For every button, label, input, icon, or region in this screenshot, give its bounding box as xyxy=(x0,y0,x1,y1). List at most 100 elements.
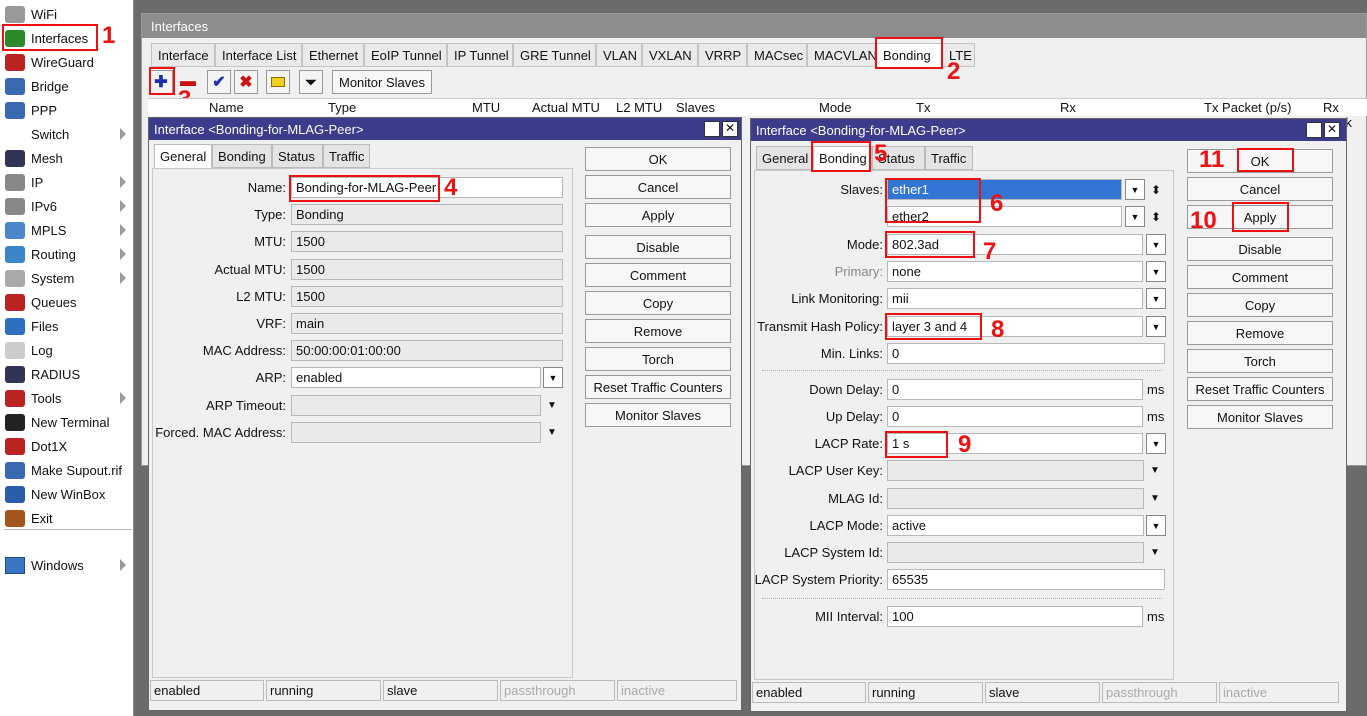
tab-macsec[interactable]: MACsec xyxy=(747,43,807,67)
sidebar-item-mpls[interactable]: MPLS xyxy=(0,218,134,242)
chevron-down-icon[interactable]: ▼ xyxy=(1146,261,1166,282)
column-header-mode[interactable]: Mode xyxy=(819,100,852,115)
sidebar-item-queues[interactable]: Queues xyxy=(0,290,134,314)
copy-button[interactable]: Copy xyxy=(1187,293,1333,317)
field-l2-mtu-input[interactable]: 1500 xyxy=(291,285,563,307)
field-type-input[interactable]: Bonding xyxy=(291,204,563,226)
comment-button[interactable]: Comment xyxy=(1187,265,1333,289)
field-vrf-input[interactable]: main xyxy=(291,313,563,334)
tab-ip-tunnel[interactable]: IP Tunnel xyxy=(447,43,513,67)
chevron-down-icon[interactable]: ▼ xyxy=(543,422,561,443)
maximize-icon[interactable] xyxy=(1306,122,1322,138)
sidebar-item-ppp[interactable]: PPP xyxy=(0,98,134,122)
field-primary-input[interactable]: none xyxy=(887,261,1143,282)
updown-icon[interactable]: ⬍ xyxy=(1147,206,1165,227)
tab-gre-tunnel[interactable]: GRE Tunnel xyxy=(513,43,596,67)
column-header-name[interactable]: Name xyxy=(209,100,244,115)
sidebar-item-log[interactable]: Log xyxy=(0,338,134,362)
tab-general[interactable]: General xyxy=(756,146,813,170)
field-lacp-system-priority-input[interactable]: 65535 xyxy=(887,569,1165,590)
disable-button[interactable]: Disable xyxy=(1187,237,1333,261)
sidebar-item-system[interactable]: System xyxy=(0,266,134,290)
column-header-mtu[interactable]: MTU xyxy=(472,100,500,115)
field-arp-input[interactable]: enabled xyxy=(291,367,541,389)
field-mii-interval-input[interactable]: 100 xyxy=(887,606,1143,627)
column-header-type[interactable]: Type xyxy=(328,100,356,115)
tab-status[interactable]: Status xyxy=(272,144,323,168)
chevron-down-icon[interactable]: ▼ xyxy=(1146,316,1166,337)
monitor-slaves-button[interactable]: Monitor Slaves xyxy=(585,403,731,427)
reset-traffic-counters-button[interactable]: Reset Traffic Counters xyxy=(1187,377,1333,401)
chevron-down-icon[interactable]: ▼ xyxy=(1146,433,1166,454)
torch-button[interactable]: Torch xyxy=(1187,349,1333,373)
tab-traffic[interactable]: Traffic xyxy=(925,146,973,170)
field-mac-address-input[interactable]: 50:00:00:01:00:00 xyxy=(291,340,563,362)
chevron-down-icon[interactable]: ▼ xyxy=(1125,179,1145,200)
updown-icon[interactable]: ⬍ xyxy=(1147,179,1165,200)
tab-vxlan[interactable]: VXLAN xyxy=(642,43,698,67)
monitor-slaves-toolbar-button[interactable]: Monitor Slaves xyxy=(332,70,432,94)
enable-button[interactable]: ✔ xyxy=(207,70,231,94)
cancel-button[interactable]: Cancel xyxy=(585,175,731,199)
reset-traffic-counters-button[interactable]: Reset Traffic Counters xyxy=(585,375,731,399)
disable-button[interactable]: ✖ xyxy=(234,70,258,94)
sidebar-item-mesh[interactable]: Mesh xyxy=(0,146,134,170)
chevron-down-icon[interactable]: ▼ xyxy=(1146,288,1166,309)
field-forced-mac-address-input[interactable] xyxy=(291,421,541,443)
sidebar-item-wireguard[interactable]: WireGuard xyxy=(0,50,134,74)
remove-button[interactable]: Remove xyxy=(1187,321,1333,345)
sidebar-item-new-winbox[interactable]: New WinBox xyxy=(0,482,134,506)
sidebar-item-dot1x[interactable]: Dot1X xyxy=(0,434,134,458)
torch-button[interactable]: Torch xyxy=(585,347,731,371)
field-min-links-input[interactable]: 0 xyxy=(887,343,1165,364)
field-lacp-system-id-input[interactable] xyxy=(887,542,1144,563)
field-mtu-input[interactable]: 1500 xyxy=(291,231,563,253)
apply-button[interactable]: Apply xyxy=(585,203,731,227)
sidebar-item-make-supout-rif[interactable]: Make Supout.rif xyxy=(0,458,134,482)
column-header-slaves[interactable]: Slaves xyxy=(676,100,715,115)
close-icon[interactable]: ✕ xyxy=(1324,122,1340,138)
field-mlag-id-input[interactable] xyxy=(887,488,1144,509)
field-lacp-mode-input[interactable]: active xyxy=(887,515,1144,536)
column-header-tx[interactable]: Tx xyxy=(916,100,930,115)
sidebar-item-new-terminal[interactable]: New Terminal xyxy=(0,410,134,434)
filter-button[interactable]: ⏷ xyxy=(299,70,323,94)
chevron-down-icon[interactable]: ▼ xyxy=(1146,460,1164,481)
tab-ethernet[interactable]: Ethernet xyxy=(302,43,364,67)
chevron-down-icon[interactable]: ▼ xyxy=(1125,206,1145,227)
sidebar-item-files[interactable]: Files xyxy=(0,314,134,338)
tab-interface[interactable]: Interface xyxy=(151,43,215,67)
field-down-delay-input[interactable]: 0 xyxy=(887,379,1143,400)
close-icon[interactable]: ✕ xyxy=(722,121,738,137)
sidebar-item-ip[interactable]: IP xyxy=(0,170,134,194)
remove-button[interactable]: Remove xyxy=(585,319,731,343)
sidebar-item-switch[interactable]: Switch xyxy=(0,122,134,146)
column-header-rx[interactable]: Rx xyxy=(1060,100,1076,115)
sidebar-item-tools[interactable]: Tools xyxy=(0,386,134,410)
field-arp-timeout-input[interactable] xyxy=(291,394,541,416)
copy-button[interactable]: Copy xyxy=(585,291,731,315)
comment-button[interactable]: Comment xyxy=(585,263,731,287)
tab-vrrp[interactable]: VRRP xyxy=(698,43,747,67)
chevron-down-icon[interactable]: ▼ xyxy=(1146,488,1164,509)
tab-eoip-tunnel[interactable]: EoIP Tunnel xyxy=(364,43,447,67)
field-up-delay-input[interactable]: 0 xyxy=(887,406,1143,427)
chevron-down-icon[interactable]: ▼ xyxy=(1146,542,1164,563)
tab-macvlan[interactable]: MACVLAN xyxy=(807,43,877,67)
chevron-down-icon[interactable]: ▼ xyxy=(1146,515,1166,536)
field-actual-mtu-input[interactable]: 1500 xyxy=(291,258,563,280)
column-header-tx-packet-p-s-[interactable]: Tx Packet (p/s) xyxy=(1204,100,1291,115)
chevron-down-icon[interactable]: ▼ xyxy=(543,367,563,389)
sidebar-item-exit[interactable]: Exit xyxy=(0,506,134,530)
field-link-monitoring-input[interactable]: mii xyxy=(887,288,1143,309)
tab-bonding[interactable]: Bonding xyxy=(212,144,272,168)
sidebar-item-bridge[interactable]: Bridge xyxy=(0,74,134,98)
ok-button[interactable]: OK xyxy=(585,147,731,171)
sidebar-item-windows[interactable]: Windows xyxy=(0,553,134,577)
disable-button[interactable]: Disable xyxy=(585,235,731,259)
sidebar-item-routing[interactable]: Routing xyxy=(0,242,134,266)
tab-vlan[interactable]: VLAN xyxy=(596,43,642,67)
sidebar-item-radius[interactable]: RADIUS xyxy=(0,362,134,386)
column-header-actual-mtu[interactable]: Actual MTU xyxy=(532,100,600,115)
field-lacp-user-key-input[interactable] xyxy=(887,460,1144,481)
